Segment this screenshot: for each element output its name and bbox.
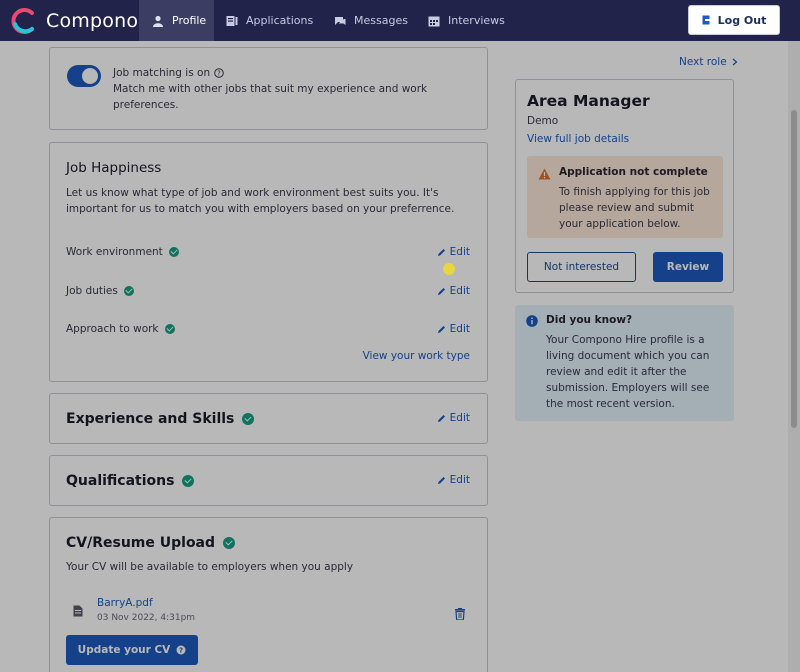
- job-company: Demo: [527, 115, 559, 127]
- brand[interactable]: Compono: [10, 8, 138, 34]
- warning-icon: [538, 168, 551, 180]
- compono-logo-icon: [11, 8, 34, 34]
- nav-label-messages: Messages: [354, 14, 408, 27]
- help-icon[interactable]: ?: [214, 68, 224, 78]
- update-cv-button[interactable]: Update your CV ?: [66, 635, 198, 665]
- warning-title: Application not complete: [559, 166, 708, 178]
- did-you-know-box: Did you know? Your Compono Hire profile …: [515, 305, 734, 421]
- check-circle-icon: [242, 413, 255, 425]
- job-matching-title: Job matching is on: [113, 67, 211, 79]
- nav-label-profile: Profile: [172, 14, 207, 27]
- nav-item-applications[interactable]: Applications: [226, 0, 313, 41]
- pencil-icon: [437, 248, 445, 256]
- check-circle-icon: [168, 247, 179, 257]
- applications-icon: [226, 15, 238, 26]
- help-icon: ?: [176, 645, 186, 655]
- top-nav: Compono Profile Applications Messages In…: [0, 0, 800, 41]
- work-environment-row: Work environment: [66, 246, 179, 258]
- experience-card: Experience and Skills Edit: [49, 393, 488, 444]
- calendar-icon: [428, 16, 440, 26]
- cursor-highlight: [443, 263, 455, 275]
- brand-name: Compono: [46, 10, 139, 32]
- nav-item-messages[interactable]: Messages: [334, 0, 408, 41]
- approach-to-work-row: Approach to work: [66, 323, 175, 335]
- check-circle-icon: [223, 537, 236, 549]
- scrollbar-thumb[interactable]: [791, 110, 797, 428]
- cv-card: CV/Resume Upload Your CV will be availab…: [49, 517, 488, 672]
- qualifications-card: Qualifications Edit: [49, 455, 488, 506]
- view-work-type-link[interactable]: View your work type: [363, 350, 470, 362]
- nav-label-interviews: Interviews: [448, 14, 505, 27]
- check-circle-icon: [164, 324, 175, 334]
- job-panel-card: Area Manager Demo View full job details …: [515, 79, 734, 293]
- chevron-right-icon: [732, 58, 738, 66]
- qualifications-title: Qualifications: [66, 473, 175, 489]
- qualifications-heading: Qualifications: [66, 473, 195, 489]
- edit-label: Edit: [449, 323, 470, 335]
- application-warning: Application not complete To finish apply…: [527, 156, 723, 238]
- job-happiness-description: Let us know what type of job and work en…: [66, 187, 455, 215]
- info-icon: [526, 315, 538, 327]
- edit-label: Edit: [449, 412, 470, 424]
- file-icon: [73, 605, 83, 617]
- edit-qualifications-link[interactable]: Edit: [437, 474, 470, 486]
- edit-job-duties-link[interactable]: Edit: [437, 285, 470, 297]
- svg-text:?: ?: [217, 70, 221, 78]
- cv-file-link[interactable]: BarryA.pdf: [97, 597, 153, 609]
- experience-heading: Experience and Skills: [66, 411, 255, 427]
- edit-work-environment-link[interactable]: Edit: [437, 246, 470, 258]
- person-icon: [153, 15, 163, 27]
- logout-button[interactable]: Log Out: [688, 5, 780, 35]
- did-you-know-text: Your Compono Hire profile is a living do…: [546, 334, 710, 410]
- experience-title: Experience and Skills: [66, 411, 235, 427]
- update-cv-label: Update your CV: [77, 644, 171, 656]
- check-circle-icon: [123, 286, 134, 296]
- job-title: Area Manager: [527, 92, 650, 110]
- cv-heading: CV/Resume Upload: [66, 535, 236, 551]
- job-matching-description: Match me with other jobs that suit my ex…: [113, 83, 428, 111]
- view-job-details-link[interactable]: View full job details: [527, 133, 629, 145]
- row-label: Work environment: [66, 246, 163, 258]
- review-button[interactable]: Review: [653, 252, 723, 282]
- cv-description: Your CV will be available to employers w…: [66, 561, 354, 573]
- pencil-icon: [437, 325, 445, 333]
- pencil-icon: [437, 476, 445, 484]
- edit-experience-link[interactable]: Edit: [437, 412, 470, 424]
- not-interested-button[interactable]: Not interested: [527, 252, 636, 282]
- job-duties-row: Job duties: [66, 285, 134, 297]
- did-you-know-title: Did you know?: [546, 314, 633, 326]
- edit-label: Edit: [449, 285, 470, 297]
- nav-item-profile[interactable]: Profile: [139, 0, 214, 41]
- edit-approach-to-work-link[interactable]: Edit: [437, 323, 470, 335]
- cv-file-date: 03 Nov 2022, 4:31pm: [97, 613, 196, 623]
- toggle-knob: [82, 68, 98, 84]
- messages-icon: [335, 16, 346, 25]
- pencil-icon: [437, 287, 445, 295]
- next-role-link[interactable]: Next role: [679, 56, 739, 68]
- logout-icon: [702, 15, 712, 25]
- row-label: Job duties: [66, 285, 118, 297]
- pencil-icon: [437, 414, 445, 422]
- edit-label: Edit: [449, 474, 470, 486]
- svg-text:?: ?: [179, 647, 183, 655]
- job-happiness-title: Job Happiness: [66, 160, 162, 176]
- job-matching-toggle[interactable]: [67, 65, 101, 87]
- warning-text: To finish applying for this job please r…: [559, 186, 710, 230]
- cv-title: CV/Resume Upload: [66, 535, 216, 551]
- next-role-label: Next role: [679, 56, 727, 68]
- job-happiness-card: Job Happiness Let us know what type of j…: [49, 142, 488, 382]
- row-label: Approach to work: [66, 323, 159, 335]
- edit-label: Edit: [449, 246, 470, 258]
- nav-item-interviews[interactable]: Interviews: [428, 0, 505, 41]
- check-circle-icon: [182, 475, 195, 487]
- job-matching-card: Job matching is on ? Match me with other…: [49, 47, 488, 130]
- nav-label-applications: Applications: [246, 14, 314, 27]
- trash-icon[interactable]: [455, 608, 465, 620]
- logout-label: Log Out: [717, 13, 767, 27]
